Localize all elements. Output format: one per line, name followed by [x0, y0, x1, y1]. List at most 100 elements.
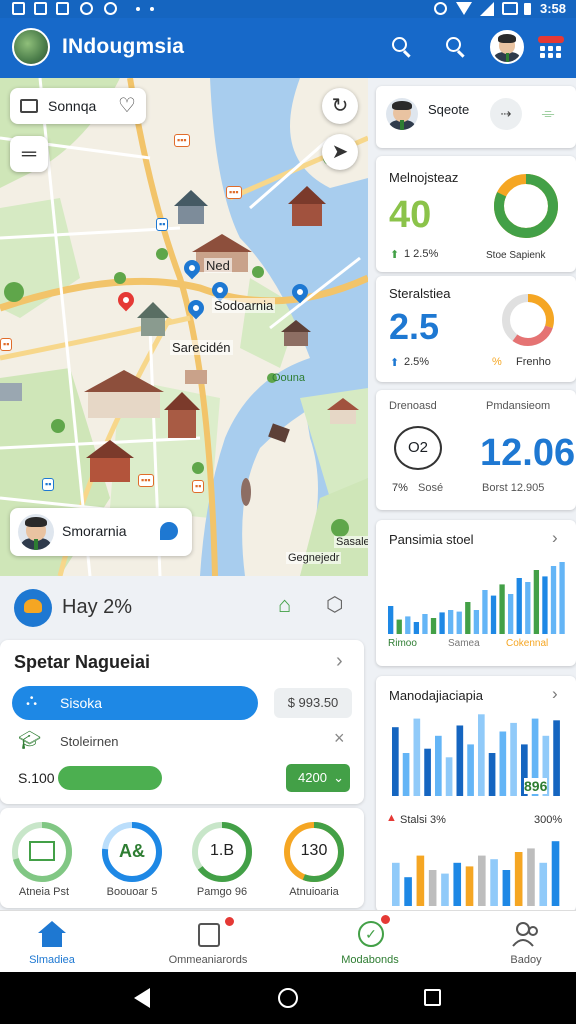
system-navigation-bar	[0, 972, 576, 1024]
nav-profile[interactable]: Badoy	[432, 911, 576, 973]
map-canvas[interactable]	[0, 78, 368, 576]
stat-title: Steralstiea	[389, 286, 451, 301]
ring-item[interactable]: 130	[282, 820, 346, 884]
nav-orders[interactable]: Ommeaniarords	[144, 911, 288, 973]
nav-modules[interactable]: ✓ Modabonds	[298, 911, 442, 973]
link-icon[interactable]: ⇢	[490, 98, 522, 130]
donut-chart	[494, 174, 558, 238]
chart-bar	[490, 595, 497, 634]
chart-bar	[413, 622, 420, 634]
chart-bar	[553, 720, 560, 796]
chevron-right-icon[interactable]: ›	[336, 650, 343, 673]
map-marker-tag[interactable]: ▪▪	[0, 338, 13, 351]
map-marker-tag[interactable]: ▪▪	[42, 478, 55, 491]
stat-left-change: 7%	[392, 482, 408, 494]
close-icon[interactable]: ×	[334, 728, 345, 749]
back-icon[interactable]	[132, 988, 152, 1008]
card-title: Spetar Nagueiai	[14, 652, 151, 672]
chart-sub-right: 300%	[534, 814, 563, 826]
map-marker-tag[interactable]: ▪▪▪	[174, 134, 190, 147]
map-marker-tag[interactable]: ▪▪▪	[138, 474, 154, 487]
chevron-right-icon[interactable]: ›	[552, 528, 558, 548]
user-avatar[interactable]	[490, 30, 524, 64]
status-time: 3:58	[539, 1, 566, 16]
bar-chart-card-1[interactable]: Pansimia stoel › Rimoo Samea Cokennal	[376, 520, 576, 666]
home-icon	[38, 921, 66, 947]
stat-big-value: 12.06	[480, 432, 576, 474]
favorite-icon[interactable]: ♡	[118, 93, 136, 118]
ring-caption: Pamgo 96	[196, 886, 248, 898]
bottom-navigation: Slmadiea Ommeaniarords ✓ Modabonds Badoy	[0, 910, 576, 972]
stat-card-3[interactable]: Drenoasd Pmdansieom O2 7% Sosé 12.06 Bor…	[376, 390, 576, 510]
amount-progress-bar	[58, 766, 162, 790]
stat-right-sub: Borst 12.905	[482, 482, 545, 494]
map-marker-tag[interactable]: ▪▪	[156, 218, 169, 231]
stat-card-2[interactable]: Steralstiea 2.5 ⬆ 2.5% % Frenho	[376, 276, 576, 382]
apps-grid-icon[interactable]	[538, 36, 564, 60]
chart-bar	[488, 753, 496, 796]
chart-bar	[510, 722, 517, 796]
ring-caption: Atnuioaria	[289, 886, 339, 898]
home-button-icon[interactable]	[278, 988, 298, 1008]
search-icon[interactable]	[392, 37, 414, 59]
ring-item[interactable]	[10, 820, 74, 884]
map-search-label: Sonnqa	[48, 98, 97, 114]
alarm-icon	[434, 2, 447, 15]
map-marker-tag[interactable]: ▪▪▪	[226, 186, 242, 199]
chart-bar	[424, 748, 431, 796]
chart-bar	[445, 757, 453, 796]
stat-value: 2.5	[389, 306, 440, 347]
home-outline-icon[interactable]: ⌂	[278, 592, 291, 618]
bar-chart-card-2[interactable]: Manodajiaciapia › 896 ▲ Stalsi 3% 300%	[376, 676, 576, 912]
checklist-icon[interactable]: ⌯	[532, 98, 564, 130]
map-search-card[interactable]: Sonnqa ♡	[10, 88, 146, 124]
map-place-label: Sarecidén	[170, 340, 233, 355]
chart-bar	[388, 606, 394, 634]
primary-action-button[interactable]: ⛬ Sisoka	[12, 686, 258, 720]
notification-badge	[380, 914, 391, 925]
chart-bar	[402, 753, 410, 796]
amount-dropdown[interactable]: 4200 ⌄	[286, 764, 350, 792]
legend-item: Cokennal	[506, 638, 549, 649]
legend-item: Samea	[448, 638, 480, 649]
chart-bar	[473, 610, 480, 634]
nav-home[interactable]: Slmadiea	[0, 911, 144, 973]
stat-title: Melnojsteaz	[389, 170, 459, 185]
chart-bar	[467, 744, 474, 796]
map-marker-tag[interactable]: ▪▪	[192, 480, 205, 493]
trend-up-icon: ⬆	[390, 249, 400, 261]
chart-bar	[456, 611, 462, 634]
recents-icon[interactable]	[424, 989, 441, 1006]
notification-icon	[56, 2, 69, 15]
ring-item[interactable]: 1.B	[190, 820, 254, 884]
chart-bar	[453, 862, 462, 906]
message-icon[interactable]	[160, 522, 178, 540]
settings-icon[interactable]: ⬡	[326, 592, 343, 617]
city-map[interactable]: ▪▪▪ ▪▪▪ ▪▪ ▪▪▪ ▪▪ ▪▪ ▪▪ Ned Sodoarnia Sa…	[0, 78, 368, 576]
chart-sub-left: Stalsi 3%	[400, 814, 446, 826]
chart-bar	[542, 576, 548, 634]
document-icon	[198, 923, 220, 947]
refresh-button[interactable]: ↻	[322, 88, 358, 124]
app-logo[interactable]	[12, 28, 50, 66]
chart-bar	[478, 714, 485, 796]
whatsapp-icon	[80, 2, 93, 15]
stat-card-1[interactable]: Melnojsteaz 40 ⬆ 1 2.5% Stoe Sapienk	[376, 156, 576, 272]
notification-icon	[34, 2, 47, 15]
chart-bar	[430, 618, 437, 634]
chart-bar	[551, 841, 560, 906]
map-place-label: Ned	[204, 258, 232, 273]
chart-bar	[499, 584, 505, 634]
chat-bubble-icon: O2	[394, 426, 442, 470]
chart-bar	[428, 870, 437, 906]
menu-button[interactable]: ═	[10, 136, 48, 172]
chevron-right-icon[interactable]: ›	[552, 684, 558, 704]
chart-bar	[514, 852, 523, 906]
map-place-label: Gegnejedr	[286, 552, 342, 564]
search-icon[interactable]	[446, 37, 468, 59]
right-profile-card[interactable]: Sqeote ⇢ ⌯	[376, 86, 576, 148]
ring-item[interactable]: A&	[100, 820, 164, 884]
chart-bar	[502, 870, 511, 906]
navigate-button[interactable]: ➤	[322, 134, 358, 170]
map-profile-card[interactable]: Smorarnia	[10, 508, 192, 556]
